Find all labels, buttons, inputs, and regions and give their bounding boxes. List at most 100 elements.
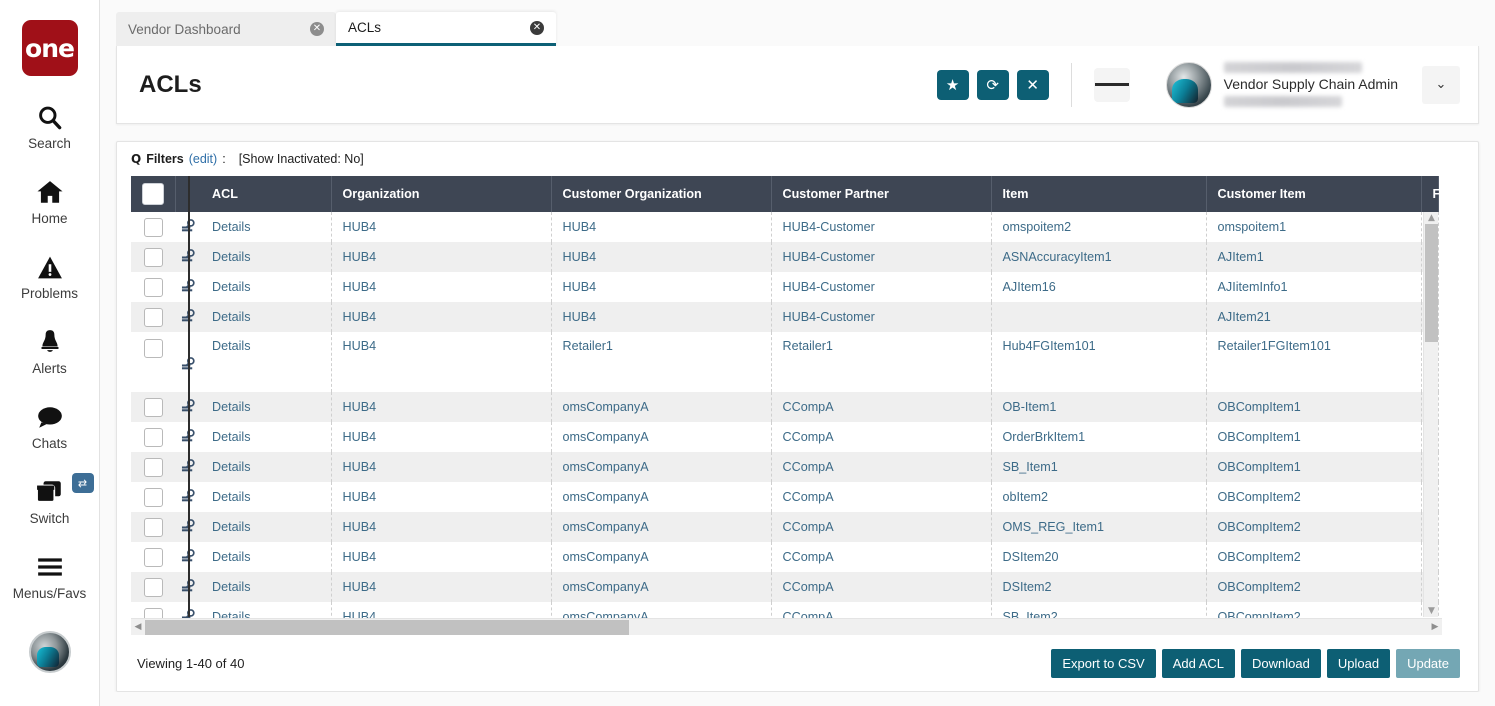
cell-acl[interactable]: Details — [201, 392, 332, 422]
cell-organization[interactable]: HUB4 — [331, 542, 552, 572]
sidebar-item-switch[interactable]: ⇄ Switch — [0, 473, 100, 526]
cell-acl[interactable]: Details — [201, 212, 332, 242]
row-checkbox[interactable] — [143, 517, 163, 537]
sidebar-item-search[interactable]: Search — [0, 102, 100, 151]
cell-customer-organization[interactable]: HUB4 — [551, 242, 772, 272]
chevron-down-icon[interactable]: ⌄ — [1422, 65, 1460, 104]
update-button[interactable]: Update — [1396, 648, 1460, 678]
cell-item[interactable]: OB-Item1 — [991, 392, 1207, 422]
header-menu-button[interactable] — [1093, 67, 1130, 102]
cell-customer-item[interactable]: AJItem1 — [1206, 242, 1422, 272]
cell-customer-organization[interactable]: omsCompanyA — [551, 482, 772, 512]
row-checkbox[interactable] — [143, 277, 163, 297]
details-link[interactable]: Details — [212, 250, 251, 264]
cell-acl[interactable]: Details — [201, 272, 332, 302]
cell-item[interactable]: omspoitem2 — [991, 212, 1207, 242]
cell-acl[interactable]: Details — [201, 422, 332, 452]
cell-customer-partner[interactable]: CCompA — [771, 482, 992, 512]
row-checkbox[interactable] — [143, 547, 163, 567]
export-to-csv-button[interactable]: Export to CSV — [1051, 648, 1156, 678]
table-row[interactable]: Details HUB4 omsCompanyA CCompA OrderBrkItem… — [131, 422, 1439, 452]
upload-button[interactable]: Upload — [1326, 648, 1391, 678]
table-row[interactable]: Details HUB4 HUB4 HUB4-Customer AJItem16 AJIi… — [131, 272, 1439, 302]
row-checkbox[interactable] — [143, 487, 163, 507]
cell-customer-item[interactable]: OBCompItem2 — [1206, 482, 1422, 512]
filters-edit-link[interactable]: (edit) — [189, 152, 217, 166]
cell-customer-organization[interactable]: omsCompanyA — [551, 422, 772, 452]
cell-customer-partner[interactable]: CCompA — [771, 572, 992, 602]
add-acl-button[interactable]: Add ACL — [1161, 648, 1236, 678]
details-link[interactable]: Details — [212, 520, 251, 534]
table-row[interactable]: Details HUB4 Retailer1 Retailer1 Hub4FGItem1… — [131, 332, 1439, 392]
cell-item[interactable]: AJItem16 — [991, 272, 1207, 302]
switch-swap-badge-icon[interactable]: ⇄ — [71, 473, 94, 493]
cell-customer-item[interactable]: OBCompItem1 — [1206, 452, 1422, 482]
cell-acl[interactable]: Details — [201, 242, 332, 272]
cell-customer-partner[interactable]: HUB4-Customer — [771, 242, 992, 272]
tab-acls[interactable]: ACLs ✕ — [336, 12, 556, 46]
sidebar-item-problems[interactable]: Problems — [0, 252, 100, 301]
column-header-item[interactable]: Item — [991, 176, 1207, 212]
details-link[interactable]: Details — [212, 220, 251, 234]
scroll-down-arrow-icon[interactable]: ▼ — [1424, 605, 1439, 617]
cell-customer-organization[interactable]: omsCompanyA — [551, 452, 772, 482]
table-row[interactable]: Details HUB4 omsCompanyA CCompA SB_Item1 OBCo… — [131, 452, 1439, 482]
details-link[interactable]: Details — [212, 280, 251, 294]
refresh-button[interactable]: ⟳ — [976, 69, 1009, 100]
cell-customer-organization[interactable]: HUB4 — [551, 302, 772, 332]
cell-customer-organization[interactable]: omsCompanyA — [551, 512, 772, 542]
cell-customer-organization[interactable]: omsCompanyA — [551, 392, 772, 422]
cell-item[interactable]: SB_Item1 — [991, 452, 1207, 482]
cell-organization[interactable]: HUB4 — [331, 392, 552, 422]
cell-customer-partner[interactable]: Retailer1 — [771, 332, 992, 392]
row-checkbox[interactable] — [143, 247, 163, 267]
cell-customer-item[interactable]: OBCompItem1 — [1206, 392, 1422, 422]
table-row[interactable]: Details HUB4 HUB4 HUB4-Customer omspoitem2 om… — [131, 212, 1439, 242]
cell-organization[interactable]: HUB4 — [331, 572, 552, 602]
cell-customer-organization[interactable]: Retailer1 — [551, 332, 772, 392]
favorite-button[interactable]: ★ — [936, 69, 969, 100]
cell-customer-item[interactable]: AJItem21 — [1206, 302, 1422, 332]
sidebar-item-alerts[interactable]: Alerts — [0, 327, 100, 376]
user-profile[interactable]: Vendor Supply Chain Admin — [1165, 61, 1398, 108]
cell-customer-partner[interactable]: CCompA — [771, 542, 992, 572]
scroll-left-arrow-icon[interactable]: ◀ — [131, 619, 145, 636]
column-header-organization[interactable]: Organization — [331, 176, 552, 212]
cell-organization[interactable]: HUB4 — [331, 512, 552, 542]
cell-customer-partner[interactable]: CCompA — [771, 422, 992, 452]
cell-customer-partner[interactable]: CCompA — [771, 392, 992, 422]
cell-customer-item[interactable]: Retailer1FGItem101 — [1206, 332, 1422, 392]
column-header-customer-item[interactable]: Customer Item — [1206, 176, 1422, 212]
row-checkbox[interactable] — [143, 217, 163, 237]
table-vertical-scrollbar[interactable]: ▲ ▼ — [1423, 212, 1438, 617]
details-link[interactable]: Details — [212, 490, 251, 504]
details-link[interactable]: Details — [212, 580, 251, 594]
details-link[interactable]: Details — [212, 310, 251, 324]
cell-customer-organization[interactable]: HUB4 — [551, 212, 772, 242]
details-link[interactable]: Details — [212, 460, 251, 474]
row-checkbox[interactable] — [143, 457, 163, 477]
table-horizontal-scrollbar[interactable]: ◀ ▶ — [131, 618, 1442, 635]
cell-organization[interactable]: HUB4 — [331, 272, 552, 302]
cell-organization[interactable]: HUB4 — [331, 212, 552, 242]
cell-item[interactable]: ASNAccuracyItem1 — [991, 242, 1207, 272]
cell-customer-organization[interactable]: HUB4 — [551, 272, 772, 302]
cell-item[interactable] — [991, 302, 1207, 332]
cell-item[interactable]: DSItem2 — [991, 572, 1207, 602]
close-button[interactable]: ✕ — [1016, 69, 1049, 100]
details-link[interactable]: Details — [212, 400, 251, 414]
row-checkbox[interactable] — [143, 397, 163, 417]
cell-organization[interactable]: HUB4 — [331, 422, 552, 452]
cell-customer-item[interactable]: OBCompItem1 — [1206, 422, 1422, 452]
cell-item[interactable]: OMS_REG_Item1 — [991, 512, 1207, 542]
cell-customer-item[interactable]: OBCompItem2 — [1206, 572, 1422, 602]
cell-customer-organization[interactable]: omsCompanyA — [551, 572, 772, 602]
tab-vendor-dashboard[interactable]: Vendor Dashboard ✕ — [116, 12, 336, 46]
cell-customer-partner[interactable]: CCompA — [771, 512, 992, 542]
rail-avatar[interactable] — [28, 631, 71, 673]
download-button[interactable]: Download — [1241, 648, 1321, 678]
sidebar-item-home[interactable]: Home — [0, 177, 100, 226]
table-row[interactable]: Details HUB4 omsCompanyA CCompA OB-Item1 OBCo… — [131, 392, 1439, 422]
table-row[interactable]: Details HUB4 HUB4 HUB4-Customer AJItem21 — [131, 302, 1439, 332]
column-header-acl[interactable]: ACL — [201, 176, 332, 212]
